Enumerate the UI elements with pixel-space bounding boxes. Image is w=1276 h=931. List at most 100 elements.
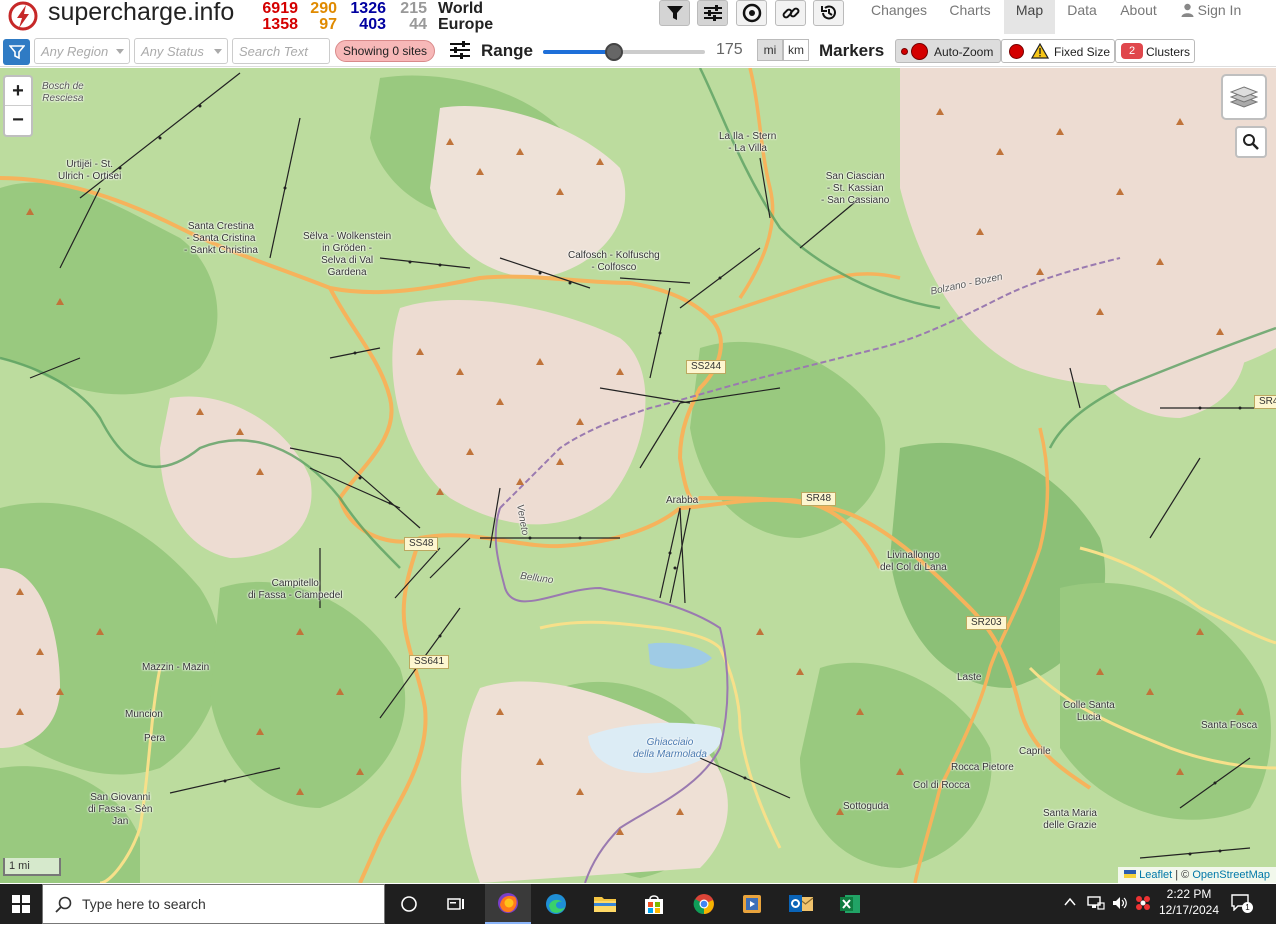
range-value: 175: [716, 41, 743, 58]
taskbar-search-placeholder: Type here to search: [82, 896, 206, 912]
brand-title[interactable]: supercharge.info: [48, 0, 234, 27]
count-region-construction: 97: [319, 16, 337, 33]
place-label: Santa Crestina - Santa Cristina - Sankt …: [184, 221, 258, 256]
nav-sign-in[interactable]: Sign In: [1168, 0, 1254, 34]
status-select[interactable]: Any Status: [134, 38, 228, 64]
fixed-size-button[interactable]: Fixed Size: [1001, 39, 1115, 63]
task-switch-icon: [447, 898, 464, 910]
settings-toggle-button[interactable]: [697, 0, 728, 26]
volume-icon[interactable]: [1111, 895, 1129, 911]
cluster-count-badge: 2: [1121, 43, 1143, 59]
task-view-button[interactable]: [386, 884, 432, 924]
place-label: Muncion: [125, 709, 163, 720]
supercharge-logo-icon[interactable]: [6, 0, 40, 32]
chrome-icon: [693, 894, 714, 915]
road-shield: SS48: [404, 537, 439, 551]
chrome-taskbar-button[interactable]: [681, 884, 727, 924]
place-label: Pera: [144, 733, 166, 744]
media-icon: [743, 895, 761, 913]
region-world-label[interactable]: World: [438, 1, 483, 17]
unit-mi-button[interactable]: mi: [757, 39, 783, 61]
layers-button[interactable]: [1221, 74, 1267, 120]
filter-icon: [666, 6, 683, 20]
windows-logo-icon: [12, 895, 30, 913]
user-icon: [1181, 3, 1194, 17]
unit-km-button[interactable]: km: [783, 39, 809, 61]
chevron-up-icon[interactable]: [1064, 897, 1076, 907]
outlook-icon: [789, 895, 814, 912]
nav-about[interactable]: About: [1109, 0, 1168, 34]
place-label: San Giovanni di Fassa - Sèn Jan: [88, 792, 153, 827]
action-center-button[interactable]: 1: [1230, 893, 1254, 915]
leaflet-link[interactable]: Leaflet: [1139, 869, 1172, 881]
map-scale: 1 mi: [3, 858, 61, 876]
map-attribution: Leaflet | © OpenStreetMap: [1118, 867, 1276, 883]
zoom-control: + −: [3, 75, 33, 137]
road-shield: SR203: [966, 616, 1007, 630]
media-taskbar-button[interactable]: [729, 884, 775, 924]
map-view[interactable]: Bosch de Resciesa Urtijëi - St. Ulrich -…: [0, 68, 1276, 883]
count-world-construction: 290: [310, 0, 337, 17]
edge-taskbar-button[interactable]: [533, 884, 579, 924]
store-taskbar-button[interactable]: [631, 884, 677, 924]
road-shield: SR4: [1254, 395, 1276, 409]
osm-link[interactable]: OpenStreetMap: [1192, 869, 1270, 881]
zoom-in-button[interactable]: +: [5, 77, 31, 106]
place-label: Caprile: [1019, 746, 1051, 757]
flag-icon: [1124, 870, 1137, 878]
network-icon[interactable]: [1087, 895, 1105, 911]
chevron-down-icon: [214, 49, 222, 54]
place-label: Urtijëi - St. Ulrich - Ortisei: [58, 159, 122, 182]
filter-menu-button[interactable]: [3, 39, 30, 65]
place-label: Colle Santa Lucia: [1063, 700, 1115, 723]
link-button[interactable]: [775, 0, 806, 26]
small-marker-icon: [901, 48, 908, 55]
markers-label: Markers: [819, 41, 885, 60]
range-slider-handle[interactable]: [605, 43, 624, 61]
count-world-closed: 215: [400, 0, 427, 17]
place-label: Santa Fosca: [1201, 720, 1258, 731]
filter-bar: Any Region Any Status Search Text Showin…: [0, 35, 1276, 67]
place-label: Sottoguda: [843, 801, 889, 812]
firefox-taskbar-button[interactable]: [485, 884, 531, 924]
clusters-button[interactable]: 2 Clusters: [1115, 39, 1195, 63]
history-button[interactable]: [813, 0, 844, 26]
search-text-input[interactable]: Search Text: [232, 38, 330, 64]
place-label: Campitello di Fassa - Ciampedel: [248, 578, 343, 601]
place-label: Mazzin - Mazin: [142, 662, 210, 673]
excel-taskbar-button[interactable]: [827, 884, 873, 924]
range-slider[interactable]: [543, 43, 705, 61]
nav-data[interactable]: Data: [1055, 0, 1109, 34]
place-label: Sëlva - Wolkenstein in Gröden - Selva di…: [303, 231, 392, 278]
region-select[interactable]: Any Region: [34, 38, 130, 64]
nav-charts[interactable]: Charts: [937, 0, 1003, 34]
sliders-icon: [703, 5, 722, 21]
outlook-taskbar-button[interactable]: [778, 884, 824, 924]
link-icon: [782, 7, 799, 19]
place-label: La Ila - Stern - La Villa: [719, 131, 777, 154]
count-region-permit: 403: [359, 16, 386, 33]
notification-app-icon[interactable]: [1134, 894, 1152, 912]
history-icon: [820, 5, 836, 20]
search-text-placeholder: Search Text: [239, 44, 308, 59]
notification-count-badge: 1: [1242, 902, 1253, 913]
region-europe-label[interactable]: Europe: [438, 17, 493, 33]
file-explorer-taskbar-button[interactable]: [582, 884, 628, 924]
clusters-label: Clusters: [1146, 45, 1191, 59]
filter-toggle-button[interactable]: [659, 0, 690, 26]
map-search-button[interactable]: [1235, 126, 1267, 158]
start-button[interactable]: [0, 884, 42, 924]
attribution-separator: | ©: [1172, 869, 1193, 881]
funnel-icon: [8, 45, 25, 60]
taskbar-clock[interactable]: 2:22 PM 12/17/2024: [1158, 886, 1220, 918]
chevron-down-icon: [116, 49, 124, 54]
nav-map[interactable]: Map: [1004, 0, 1055, 34]
taskbar-search-box[interactable]: Type here to search: [42, 884, 385, 924]
place-label: Bosch de Resciesa: [42, 81, 84, 104]
locate-button[interactable]: [736, 0, 767, 26]
task-switch-button[interactable]: [433, 884, 479, 924]
zoom-out-button[interactable]: −: [5, 106, 31, 135]
nav-changes[interactable]: Changes: [861, 0, 937, 34]
auto-zoom-button[interactable]: Auto-Zoom: [895, 39, 1001, 63]
count-world-permit: 1326: [350, 0, 386, 17]
